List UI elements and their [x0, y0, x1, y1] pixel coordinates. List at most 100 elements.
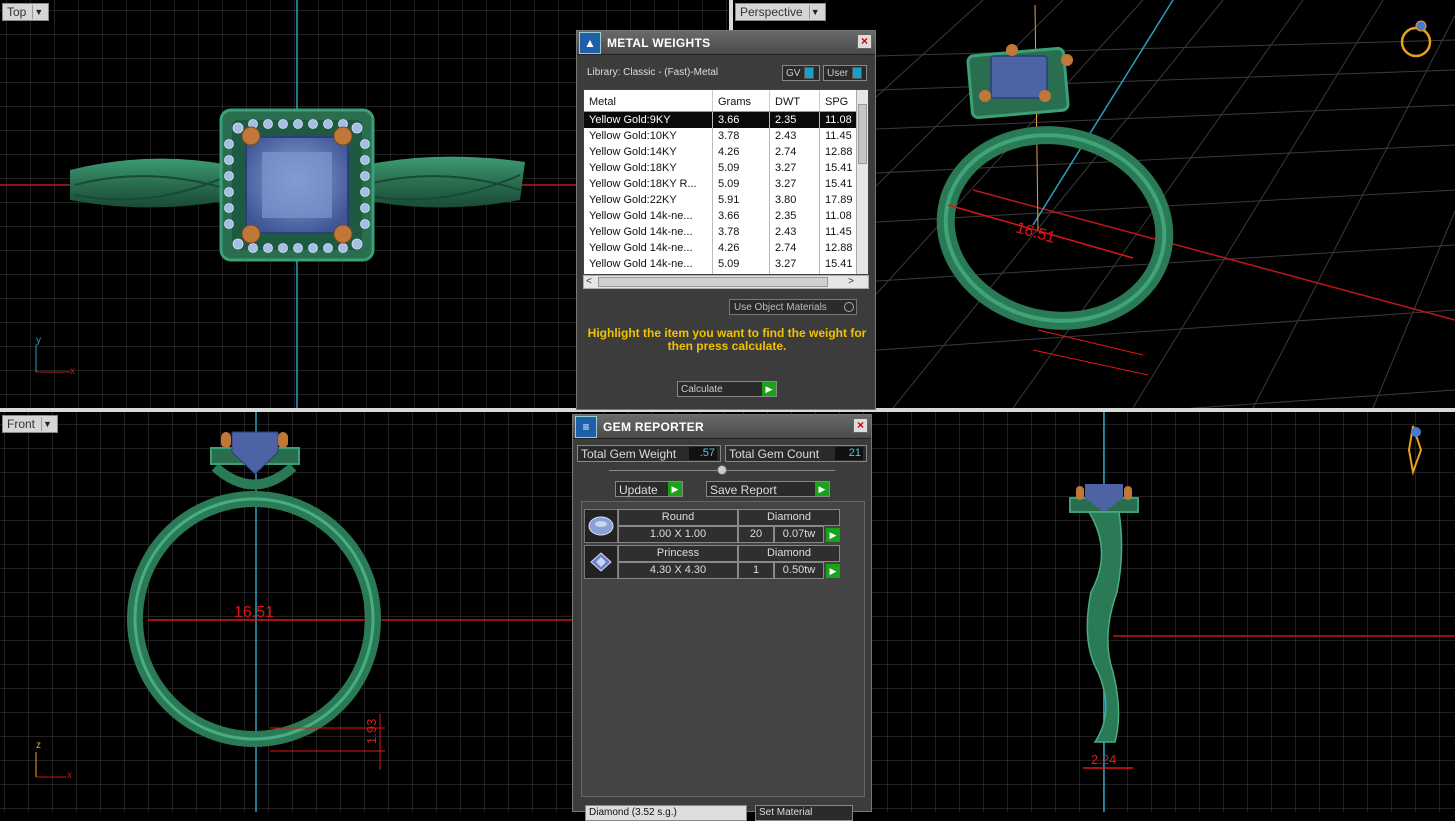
- column-metal[interactable]: Metal: [584, 90, 713, 111]
- cell-grams: 4.26: [713, 240, 770, 256]
- cell-dwt: 2.43: [770, 224, 820, 240]
- cell-grams: 3.78: [713, 224, 770, 240]
- update-button[interactable]: Update ▶: [615, 481, 683, 497]
- instruction-message: Highlight the item you want to find the …: [587, 326, 867, 353]
- cell-dwt: 3.80: [770, 192, 820, 208]
- scroll-thumb[interactable]: [858, 104, 867, 164]
- gem-reporter-titlebar[interactable]: ≡ GEM REPORTER ×: [573, 415, 871, 439]
- cell-grams: 3.66: [713, 208, 770, 224]
- axis-y-label: y: [36, 335, 41, 346]
- save-report-button[interactable]: Save Report ▶: [706, 481, 830, 497]
- cell-grams: 5.91: [713, 192, 770, 208]
- cell-grams: 5.09: [713, 160, 770, 176]
- cell-metal: Yellow Gold 14k-ne...: [584, 240, 713, 256]
- close-icon[interactable]: ×: [853, 418, 868, 433]
- cell-metal: Yellow Gold 14k-ne...: [584, 208, 713, 224]
- chevron-down-icon: ▼: [41, 417, 53, 431]
- close-icon[interactable]: ×: [857, 34, 872, 49]
- column-dwt[interactable]: DWT: [770, 90, 820, 111]
- calculate-label: Calculate: [681, 384, 723, 395]
- cell-dwt: 2.43: [770, 128, 820, 144]
- cell-dwt: 2.74: [770, 144, 820, 160]
- set-material-button[interactable]: Set Material: [755, 805, 853, 821]
- gem-weight: 0.07tw: [774, 526, 824, 543]
- metal-table[interactable]: Metal Grams DWT SPG Yellow Gold:9KY 3.66 2…: [583, 89, 869, 275]
- chevron-left-icon[interactable]: <: [586, 276, 592, 287]
- cell-metal: Yellow Gold:9KY: [584, 112, 713, 128]
- gem-reporter-panel[interactable]: ≡ GEM REPORTER × Total Gem Weight .57 To…: [572, 414, 872, 821]
- gv-label: GV: [786, 67, 801, 79]
- metal-table-header: Metal Grams DWT SPG: [584, 90, 868, 112]
- table-row[interactable]: Yellow Gold 14k-ne... 4.26 2.74 12.88: [584, 240, 868, 256]
- user-label: User: [827, 67, 849, 79]
- material-select[interactable]: Diamond (3.52 s.g.): [585, 805, 747, 821]
- user-toggle[interactable]: User: [823, 65, 867, 81]
- play-icon[interactable]: ▶: [826, 528, 840, 542]
- cell-metal: Yellow Gold 14k-ne...: [584, 256, 713, 272]
- cell-grams: 4.26: [713, 144, 770, 160]
- viewport-top-menu[interactable]: Top ▼: [2, 3, 50, 21]
- round-gem-icon: [584, 509, 618, 543]
- metal-table-hscroll[interactable]: < >: [583, 275, 869, 289]
- chevron-down-icon: ▼: [32, 5, 44, 19]
- table-row[interactable]: Yellow Gold 14k-ne...5.093.2715.41: [584, 256, 868, 272]
- table-row[interactable]: Yellow Gold:14KY 4.26 2.74 12.88: [584, 144, 868, 160]
- table-row[interactable]: Yellow Gold:22KY 5.91 3.80 17.89: [584, 192, 868, 208]
- gem-size: 1.00 X 1.00: [618, 526, 738, 543]
- cell-metal: Yellow Gold:18KY R...: [584, 176, 713, 192]
- gem-row-round[interactable]: Round Diamond 1.00 X 1.00 20 0.07tw ▶: [584, 509, 840, 545]
- table-row[interactable]: Yellow Gold:18KY 5.09 3.27 15.41: [584, 160, 868, 176]
- table-row[interactable]: Yellow Gold:18KY R... 5.09 3.27 15.41: [584, 176, 868, 192]
- axis-x-label: x: [67, 770, 72, 781]
- total-gem-weight-label: Total Gem Weight: [581, 447, 677, 461]
- viewport-front-label: Front: [7, 417, 36, 431]
- set-material-label: Set Material: [759, 807, 813, 818]
- chevron-down-icon: ▼: [808, 5, 821, 19]
- cell-metal: Yellow Gold:18KY: [584, 160, 713, 176]
- viewport-front-menu[interactable]: Front ▼: [2, 415, 59, 433]
- library-label: Library: Classic - (Fast)-Metal: [587, 67, 719, 78]
- metal-weights-panel[interactable]: ▲ METAL WEIGHTS × Library: Classic - (Fa…: [576, 30, 876, 410]
- metal-table-vscroll[interactable]: [856, 90, 868, 274]
- metal-weights-titlebar[interactable]: ▲ METAL WEIGHTS ×: [577, 31, 875, 55]
- ring-band: [936, 126, 1174, 330]
- gem-list[interactable]: Round Diamond 1.00 X 1.00 20 0.07tw ▶ Pr…: [581, 501, 865, 797]
- cell-grams: 3.78: [713, 128, 770, 144]
- cell-metal: Yellow Gold:10KY: [584, 128, 713, 144]
- cell-dwt: 3.27: [770, 160, 820, 176]
- toggle-indicator-icon: [852, 67, 863, 79]
- princess-gem-icon: [584, 545, 618, 579]
- gem-row-princess[interactable]: Princess Diamond 4.30 X 4.30 1 0.50tw ▶: [584, 545, 840, 581]
- table-row[interactable]: Yellow Gold:10KY 3.78 2.43 11.45: [584, 128, 868, 144]
- use-object-materials-label: Use Object Materials: [734, 302, 827, 313]
- scroll-thumb[interactable]: [598, 277, 828, 287]
- center-stone: [990, 55, 1048, 99]
- splitter-handle[interactable]: [717, 465, 727, 475]
- gem-weight: 0.50tw: [774, 562, 824, 579]
- column-grams[interactable]: Grams: [713, 90, 770, 111]
- chevron-right-icon[interactable]: >: [848, 276, 854, 287]
- metal-weights-icon: ▲: [579, 31, 601, 54]
- gem-material: Diamond: [738, 509, 840, 526]
- gem-count: 1: [738, 562, 774, 579]
- cell-metal: Yellow Gold:22KY: [584, 192, 713, 208]
- gem-material: Diamond: [738, 545, 840, 562]
- gv-toggle[interactable]: GV: [782, 65, 820, 81]
- table-row[interactable]: Yellow Gold:9KY 3.66 2.35 11.08: [584, 112, 868, 128]
- table-row[interactable]: Yellow Gold 14k-ne... 3.66 2.35 11.08: [584, 208, 868, 224]
- play-icon: ▶: [762, 382, 776, 396]
- play-icon: ▶: [815, 482, 829, 496]
- table-row[interactable]: Yellow Gold 14k-ne... 3.78 2.43 11.45: [584, 224, 868, 240]
- calculate-button[interactable]: Calculate ▶: [677, 381, 777, 397]
- cell-metal: Yellow Gold:14KY: [584, 144, 713, 160]
- cell-dwt: 3.27: [770, 256, 820, 272]
- viewport-perspective-menu[interactable]: Perspective ▼: [735, 3, 826, 21]
- total-gem-weight-value: .57: [689, 447, 717, 460]
- gem-shape: Round: [618, 509, 738, 526]
- save-report-label: Save Report: [710, 483, 777, 497]
- gem-shape: Princess: [618, 545, 738, 562]
- play-icon[interactable]: ▶: [826, 564, 840, 578]
- persp-ring-size-dim: 16.51: [1014, 220, 1057, 247]
- use-object-materials-toggle[interactable]: Use Object Materials: [729, 299, 857, 315]
- cell-dwt: 2.35: [770, 112, 820, 128]
